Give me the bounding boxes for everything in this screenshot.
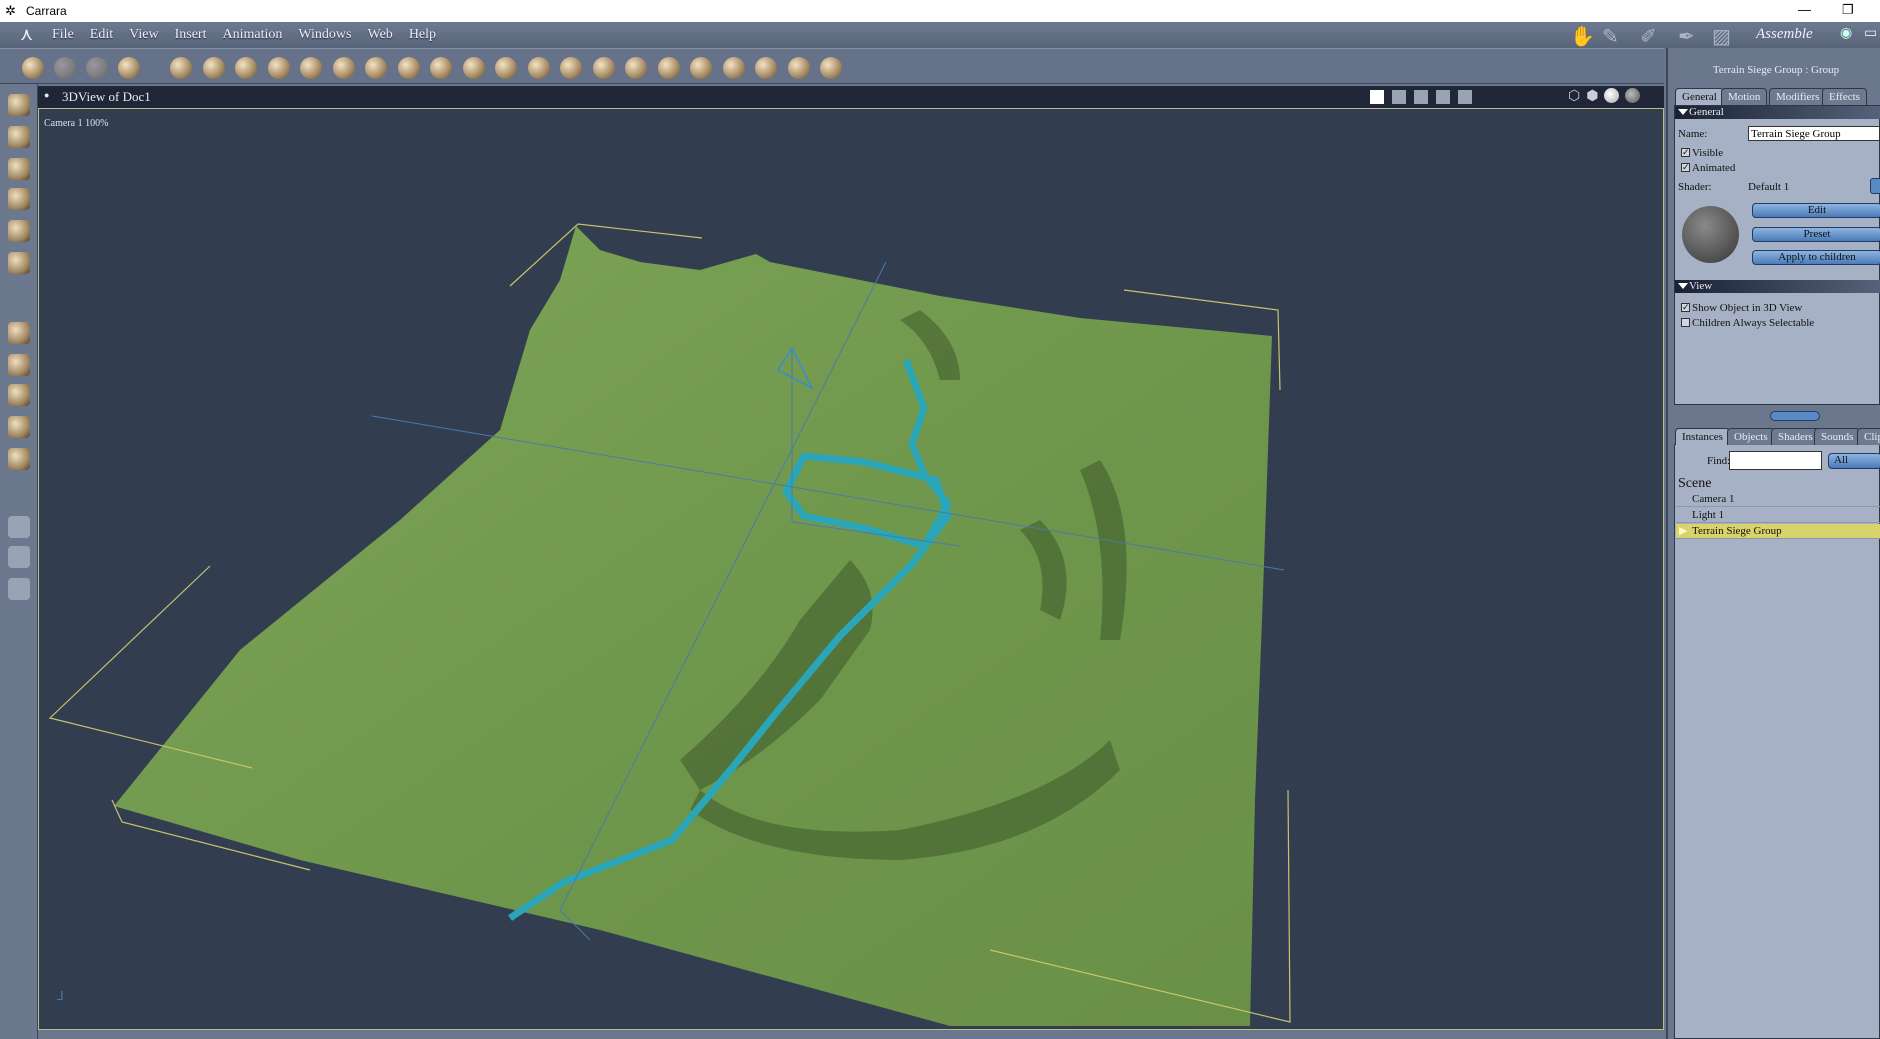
filter-dropdown[interactable]: All (1828, 453, 1880, 469)
scene-label: Scene (1678, 476, 1712, 491)
name-field[interactable] (1748, 126, 1880, 141)
list-item-camera[interactable]: Camera 1 (1676, 492, 1880, 507)
general-section-header[interactable]: General (1675, 106, 1880, 119)
shader-label: Shader: (1678, 181, 1712, 193)
axis-gizmo-icon: ⅃ (57, 989, 64, 1003)
visible-checkbox[interactable]: ✓ (1681, 148, 1690, 157)
expand-arrow-icon[interactable]: ▶ (1679, 524, 1687, 539)
children-selectable-label: Children Always Selectable (1692, 317, 1815, 329)
tab-objects[interactable]: Objects (1727, 428, 1775, 445)
tab-clips[interactable]: Clips (1857, 428, 1880, 445)
show-in-3d-label: Show Object in 3D View (1692, 302, 1803, 314)
apply-to-children-button[interactable]: Apply to children (1752, 250, 1880, 265)
tab-modifiers[interactable]: Modifiers (1769, 88, 1827, 105)
view-section-header[interactable]: View (1675, 280, 1880, 293)
animated-checkbox[interactable]: ✓ (1681, 163, 1690, 172)
tab-motion[interactable]: Motion (1721, 88, 1768, 105)
tab-effects[interactable]: Effects (1822, 88, 1867, 105)
tab-instances[interactable]: Instances (1675, 428, 1730, 445)
tab-sounds[interactable]: Sounds (1814, 428, 1861, 445)
children-selectable-checkbox[interactable] (1681, 318, 1690, 327)
tab-general[interactable]: General (1675, 88, 1724, 105)
list-item-light[interactable]: Light 1 (1676, 508, 1880, 523)
edit-button[interactable]: Edit (1752, 203, 1880, 218)
animated-label: Animated (1692, 162, 1736, 174)
shader-preview-sphere[interactable] (1682, 206, 1739, 263)
visible-label: Visible (1692, 147, 1724, 159)
find-input[interactable] (1729, 451, 1822, 470)
find-label: Find: (1707, 455, 1731, 467)
shader-menu-button[interactable] (1870, 178, 1880, 194)
list-item-label: Terrain Siege Group (1692, 525, 1782, 537)
properties-heading: Terrain Siege Group : Group (1712, 64, 1840, 76)
shader-value: Default 1 (1748, 181, 1790, 193)
list-item-terrain-selected[interactable]: ▶ Terrain Siege Group (1676, 524, 1880, 539)
3d-viewport[interactable]: Camera 1 100% ⅃ (38, 108, 1664, 1030)
preset-button[interactable]: Preset (1752, 227, 1880, 242)
scene-render (48, 223, 1291, 1026)
tab-shaders[interactable]: Shaders (1771, 428, 1820, 445)
terrain-mesh[interactable] (114, 226, 1272, 1026)
panel-splitter[interactable] (1770, 411, 1820, 421)
show-in-3d-checkbox[interactable]: ✓ (1681, 303, 1690, 312)
name-label: Name: (1678, 128, 1708, 140)
